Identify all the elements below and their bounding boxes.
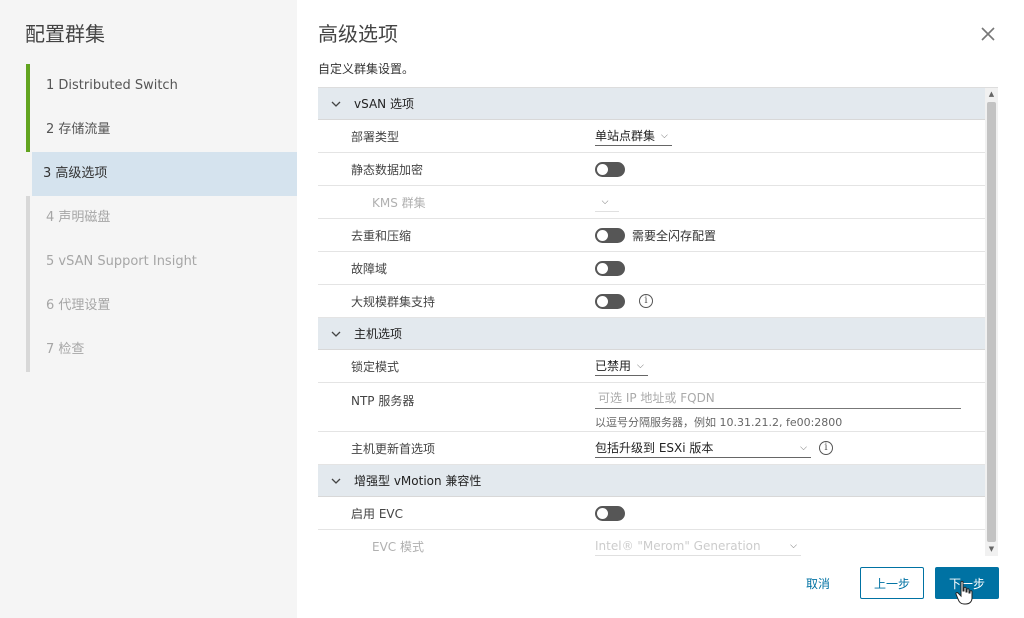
scroll-up-arrow-icon[interactable]: ▲ [987,90,996,99]
enable-evc-label: 启用 EVC [351,506,403,521]
evc-mode-value: Intel® "Merom" Generation [595,538,761,553]
host-update-label: 主机更新首选项 [351,441,436,456]
scroll-down-arrow-icon[interactable]: ▼ [987,545,996,554]
page-subtitle: 自定义群集设置。 [318,62,415,76]
wizard-steps: 1 Distributed Switch 2 存储流量 3 高级选项 4 声明磁… [26,64,297,372]
step-distributed-switch[interactable]: 1 Distributed Switch [26,64,297,108]
encryption-label: 静态数据加密 [351,162,424,177]
host-options-section[interactable]: 主机选项 [318,318,998,350]
wizard-sidebar: 配置群集 1 Distributed Switch 2 存储流量 3 高级选项 … [0,0,297,618]
ntp-label: NTP 服务器 [351,394,415,408]
chevron-down-icon [331,101,341,107]
enable-evc-row: 启用 EVC [318,497,998,530]
dedup-toggle[interactable] [595,227,625,243]
encryption-row: 静态数据加密 [318,153,998,186]
step-claim-disks: 4 声明磁盘 [26,196,297,240]
chevron-down-icon [331,478,341,484]
large-cluster-toggle[interactable] [595,293,625,309]
host-update-row: 主机更新首选项 包括升级到 ESXi 版本 ⌵ i [318,432,998,465]
chevron-down-icon: ⌵ [800,442,807,453]
dedup-row: 去重和压缩 需要全闪存配置 [318,219,998,252]
step-vsan-support-insight: 5 vSAN Support Insight [26,240,297,284]
kms-cluster-select: ⌵ [595,192,619,212]
step-advanced-options[interactable]: 3 高级选项 [32,152,297,196]
lockdown-select[interactable]: 已禁用 ⌵ [595,356,648,376]
chevron-down-icon: ⌵ [661,130,668,141]
host-update-select[interactable]: 包括升级到 ESXi 版本 ⌵ [595,438,811,458]
evc-mode-row: EVC 模式 Intel® "Merom" Generation ⌵ [318,530,998,557]
host-update-value: 包括升级到 ESXi 版本 [595,441,714,455]
large-cluster-row: 大规模群集支持 i [318,285,998,318]
ntp-server-input[interactable] [595,387,961,409]
scroll-thumb[interactable] [987,102,996,542]
chevron-down-icon: ⌵ [790,540,797,551]
fault-domain-toggle[interactable] [595,260,625,276]
step-review: 7 检查 [26,328,297,372]
deployment-type-value: 单站点群集 [595,129,656,143]
chevron-down-icon: ⌵ [637,360,644,371]
vsan-options-section[interactable]: vSAN 选项 [318,88,998,120]
section-title: 主机选项 [354,327,403,341]
ntp-row: NTP 服务器 以逗号分隔服务器，例如 10.31.21.2, fe00:280… [318,383,998,432]
section-title: vSAN 选项 [354,97,414,111]
close-icon[interactable] [978,24,998,44]
fault-domain-label: 故障域 [351,261,388,276]
chevron-down-icon [331,331,341,337]
enable-evc-toggle[interactable] [595,505,625,521]
deployment-type-row: 部署类型 单站点群集 ⌵ [318,120,998,153]
info-icon[interactable]: i [819,441,833,455]
info-icon[interactable]: i [639,294,653,308]
step-storage-traffic[interactable]: 2 存储流量 [26,108,297,152]
dedup-note: 需要全闪存配置 [632,228,717,243]
evc-section[interactable]: 增强型 vMotion 兼容性 [318,465,998,497]
evc-mode-label: EVC 模式 [372,539,424,554]
panel-scrollbar[interactable]: ▲ ▼ [985,88,998,556]
deployment-type-select[interactable]: 单站点群集 ⌵ [595,126,672,146]
lockdown-value: 已禁用 [595,359,632,373]
lockdown-label: 锁定模式 [351,359,400,374]
step-proxy-settings: 6 代理设置 [26,284,297,328]
large-cluster-label: 大规模群集支持 [351,294,436,309]
page-title: 高级选项 [318,22,398,46]
back-button[interactable]: 上一步 [860,567,924,599]
chevron-down-icon: ⌵ [601,196,609,207]
lockdown-row: 锁定模式 已禁用 ⌵ [318,350,998,383]
cancel-button[interactable]: 取消 [791,567,845,599]
evc-mode-select: Intel® "Merom" Generation ⌵ [595,536,801,556]
kms-cluster-label: KMS 群集 [372,195,426,210]
encryption-toggle[interactable] [595,161,625,177]
wizard-title: 配置群集 [25,22,105,46]
next-button[interactable]: 下一步 [935,567,999,599]
dedup-label: 去重和压缩 [351,228,412,243]
options-panel: vSAN 选项 部署类型 单站点群集 ⌵ 静态数据加密 KMS 群集 ⌵ 去重和… [318,87,998,557]
kms-cluster-row: KMS 群集 ⌵ [318,186,998,219]
deployment-type-label: 部署类型 [351,129,400,144]
section-title: 增强型 vMotion 兼容性 [354,474,482,488]
ntp-hint: 以逗号分隔服务器，例如 10.31.21.2, fe00:2800 [595,416,843,429]
configure-cluster-dialog: 配置群集 1 Distributed Switch 2 存储流量 3 高级选项 … [0,0,1024,618]
fault-domain-row: 故障域 [318,252,998,285]
